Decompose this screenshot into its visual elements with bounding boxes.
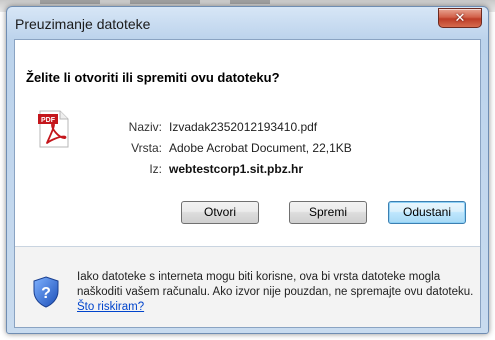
name-label: Naziv: xyxy=(128,120,162,134)
close-icon: ✕ xyxy=(454,10,466,25)
security-warning: ? Iako datoteke s interneta mogu biti ko… xyxy=(15,247,480,327)
close-button[interactable]: ✕ xyxy=(438,8,482,28)
warning-message: Iako datoteke s interneta mogu biti kori… xyxy=(77,270,477,315)
file-name-value: Izvadak2352012193410.pdf xyxy=(169,120,318,134)
title-bar[interactable]: Preuzimanje datoteke ✕ xyxy=(7,7,488,37)
dialog-content: Želite li otvoriti ili spremiti ovu dato… xyxy=(14,39,481,328)
dialog-title: Preuzimanje datoteke xyxy=(15,16,151,32)
open-button[interactable]: Otvori xyxy=(181,201,259,224)
cancel-button[interactable]: Odustani xyxy=(388,201,466,224)
risk-info-link[interactable]: Što riskiram? xyxy=(77,301,144,313)
question-heading: Želite li otvoriti ili spremiti ovu dato… xyxy=(26,70,280,85)
warning-text: Iako datoteke s interneta mogu biti kori… xyxy=(77,271,474,298)
pdf-icon: PDF xyxy=(38,110,69,148)
from-label: Iz: xyxy=(149,162,162,176)
save-button[interactable]: Spremi xyxy=(289,201,367,224)
shield-question-icon: ? xyxy=(33,276,59,308)
file-type-value: Adobe Acrobat Document, 22,1KB xyxy=(169,141,352,155)
type-label: Vrsta: xyxy=(131,141,162,155)
svg-text:?: ? xyxy=(41,285,51,302)
file-download-dialog: Preuzimanje datoteke ✕ Želite li otvorit… xyxy=(6,6,489,334)
file-source-value: webtestcorp1.sit.pbz.hr xyxy=(169,162,304,176)
